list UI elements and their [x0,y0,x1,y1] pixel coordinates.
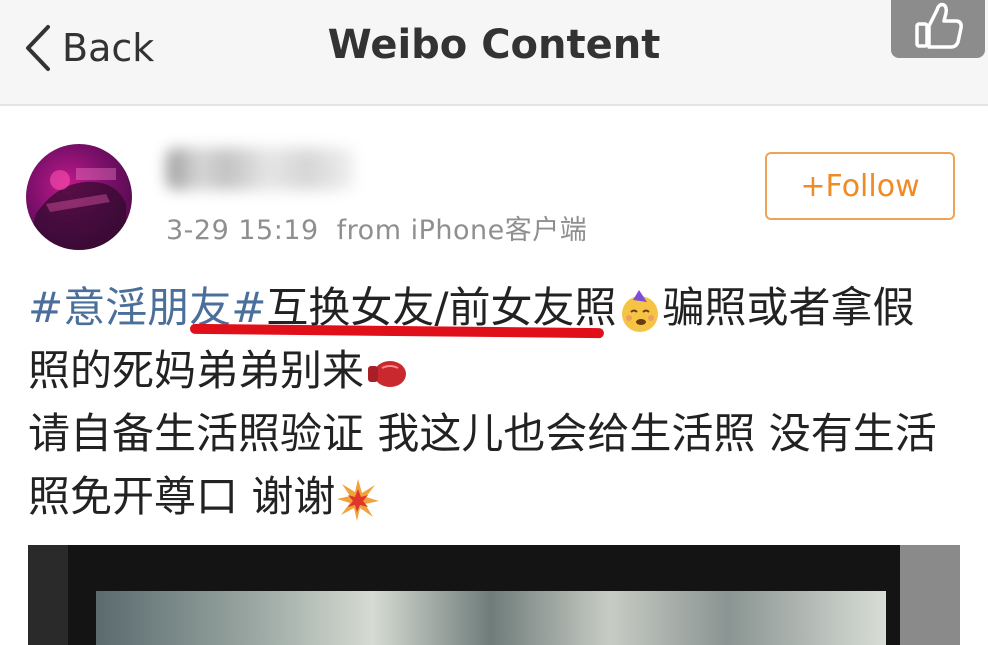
post-line-3: 请自备生活照验证 我这儿也会给生活照 没有生活 [28,409,937,458]
post-line-4-text: 照免开尊口 谢谢 [28,472,336,521]
boxing-glove-emoji [368,360,407,387]
follow-button[interactable]: +Follow [765,152,955,220]
image-edge [28,545,68,645]
image-content [96,591,886,645]
post-body: #意淫朋友#互换女友/前女友照 骗照或者拿假 照的死妈弟弟别来 请自备生活照验证… [28,276,968,528]
post-line-1-tail: 骗照或者拿假 [662,283,915,332]
nav-bar: Back Weibo Content [0,0,988,106]
post-meta: 3-29 15:19 from iPhone客户端 [166,208,587,247]
post-line-2-text: 照的死妈弟弟别来 [28,346,365,395]
collision-emoji [337,478,380,521]
party-face-emoji [621,289,658,332]
avatar[interactable] [26,144,132,250]
post-source: from iPhone客户端 [336,215,588,246]
like-button[interactable] [891,0,985,58]
post-image[interactable] [28,545,960,645]
thumbs-up-icon [915,2,963,49]
post-line-2: 照的死妈弟弟别来 [28,339,968,402]
avatar-image [26,168,126,250]
post-line-4: 照免开尊口 谢谢 [28,465,968,528]
username-blurred [166,148,354,190]
image-edge [900,545,960,645]
page-title: Weibo Content [327,22,661,68]
post-timestamp: 3-29 15:19 [166,215,319,246]
